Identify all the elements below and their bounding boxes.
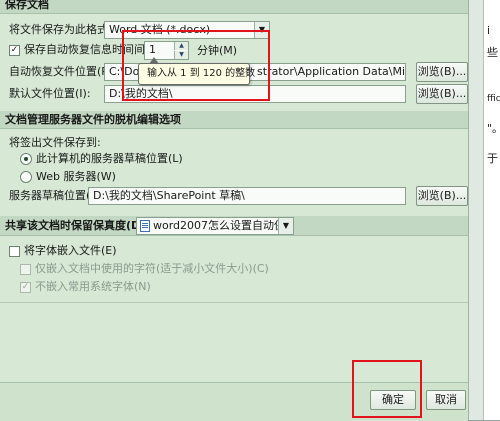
radio-local-drafts[interactable]: [20, 153, 32, 165]
background-text: ffic: [487, 94, 500, 104]
word-options-panel: 保存文档 将文件保存为此格式(F): Word 文档 (*.docx) ▼ ✓ …: [0, 0, 468, 421]
section-save-documents: 保存文档: [0, 0, 468, 14]
section-offline-editing: 文档管理服务器文件的脱机编辑选项: [0, 111, 468, 129]
browse-drafts-button[interactable]: 浏览(B)...: [416, 186, 468, 206]
browse-autorecover-button[interactable]: 浏览(B)...: [416, 62, 468, 82]
no-common-fonts-checkbox[interactable]: ✓: [20, 282, 31, 293]
checkout-label: 将签出文件保存到:: [9, 136, 101, 149]
autorecover-location-label: 自动恢复文件位置(R):: [9, 65, 117, 78]
embed-used-only-label: 仅嵌入文档中使用的字符(适于减小文件大小)(C): [35, 262, 269, 275]
radio-web-server-label: Web 服务器(W): [36, 170, 116, 183]
fidelity-label: 共享该文档时保留保真度(D):: [5, 219, 150, 232]
autorecover-location-suffix: strator\Application Data\Microsoft\W: [257, 65, 406, 78]
dialog-scrollbar[interactable]: [469, 0, 484, 420]
radio-local-drafts-label: 此计算机的服务器草稿位置(L): [36, 152, 183, 165]
background-document: i 些 ffic "。 于: [468, 0, 500, 420]
background-text: 于: [487, 152, 498, 165]
embed-used-only-checkbox[interactable]: [20, 264, 31, 275]
background-text: "。: [487, 122, 500, 135]
embed-fonts-label: 将字体嵌入文件(E): [24, 244, 117, 257]
no-common-fonts-label: 不嵌入常用系统字体(N): [35, 280, 151, 293]
default-location-label: 默认文件位置(I):: [9, 87, 91, 100]
drafts-location-value: D:\我的文档\SharePoint 草稿\: [93, 189, 245, 202]
radio-web-server[interactable]: [20, 171, 32, 183]
chevron-down-icon: ▼: [278, 218, 293, 234]
fidelity-document-select[interactable]: word2007怎么设置自动保存时间 ▼: [136, 217, 294, 235]
divider: [0, 302, 468, 303]
background-text: i: [487, 24, 491, 37]
drafts-location-field[interactable]: D:\我的文档\SharePoint 草稿\: [88, 187, 406, 205]
embed-fonts-checkbox[interactable]: [9, 246, 20, 257]
browse-default-button[interactable]: 浏览(B)...: [416, 84, 468, 104]
highlight-box-interval: [122, 30, 270, 101]
highlight-box-ok: [352, 360, 422, 418]
word-document-icon: [140, 220, 150, 232]
autorecover-checkbox[interactable]: ✓: [9, 45, 20, 56]
cancel-button[interactable]: 取消: [426, 390, 466, 410]
fidelity-document-value: word2007怎么设置自动保存时间: [153, 219, 293, 232]
background-text: 些: [487, 46, 498, 59]
